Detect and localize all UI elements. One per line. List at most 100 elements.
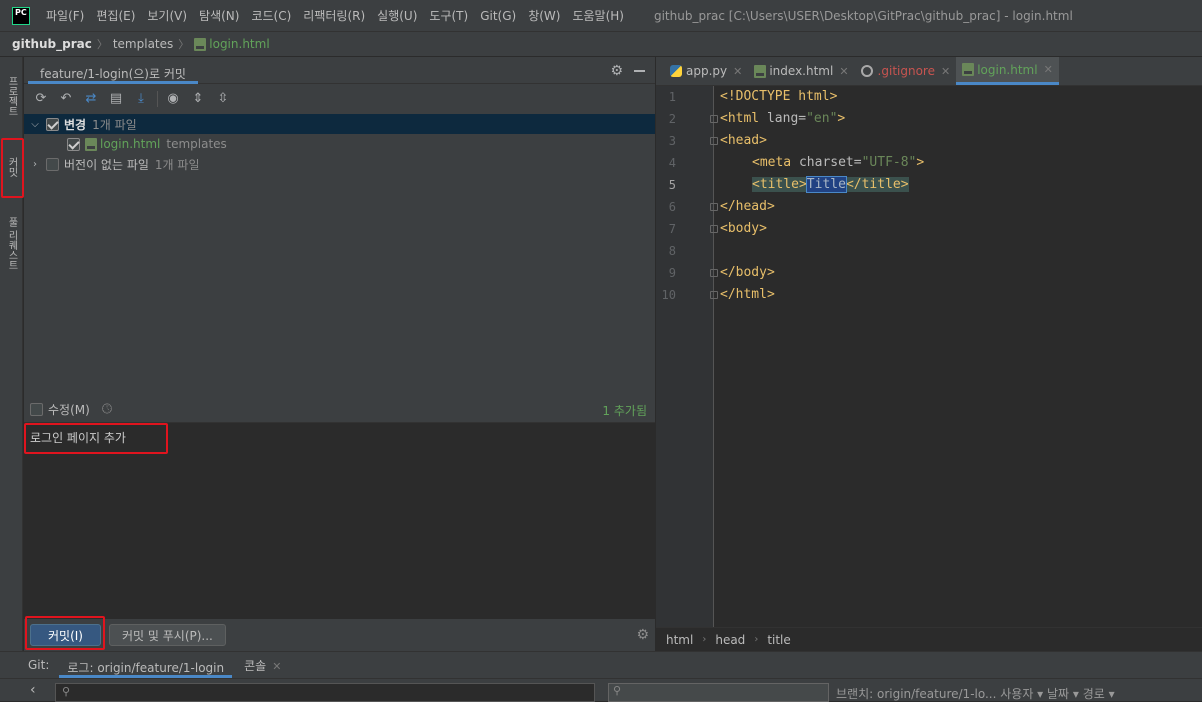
amend-label[interactable]: 수정(M) (48, 401, 90, 418)
menu-tools[interactable]: 도구(T) (429, 7, 468, 24)
tab-pull-requests[interactable]: 풀 리퀘스트 (2, 203, 21, 285)
gear-icon[interactable]: ⚙ (610, 63, 623, 79)
fold-icon[interactable] (710, 115, 718, 123)
commit-toolbar: ⟳ ↶ ⇄ ▤ ⤓ ◉ ⇕ ⇳ (24, 85, 655, 113)
breadcrumb-folder[interactable]: templates (113, 37, 173, 51)
code-line-3: <head> (720, 130, 767, 152)
history-icon[interactable]: 🕓︎ (102, 402, 112, 417)
line-number-gutter: 1 2 3 4 5 6 7 8 9 10 (656, 86, 718, 627)
fold-icon[interactable] (710, 291, 718, 299)
menu-bar: PC 파일(F) 편집(E) 보기(V) 탐색(N) 코드(C) 리팩터링(R)… (0, 0, 1202, 31)
chevron-left-icon[interactable]: ‹ (30, 682, 36, 698)
collapse-all-icon[interactable]: ⇳ (214, 90, 232, 108)
menu-file[interactable]: 파일(F) (46, 7, 84, 24)
tree-row-unversioned[interactable]: › 버전이 없는 파일 1개 파일 (24, 154, 655, 174)
code-tag: <meta (752, 155, 799, 170)
line-number: 6 (668, 200, 676, 214)
html-file-icon (85, 137, 97, 151)
update-icon[interactable]: ⤓ (132, 90, 150, 108)
crumb-title[interactable]: title (767, 633, 790, 647)
fold-icon[interactable] (710, 269, 718, 277)
line-number: 9 (668, 266, 676, 280)
menu-run[interactable]: 실행(U) (377, 7, 417, 24)
tab-project[interactable]: 프로젝트 (2, 65, 21, 127)
diff-icon[interactable]: ⇄ (82, 90, 100, 108)
unversioned-label: 버전이 없는 파일 (64, 157, 149, 172)
tab-index-html[interactable]: index.html ✕ (748, 57, 854, 85)
tree-row-changes[interactable]: ⌵ 변경 1개 파일 (24, 114, 655, 134)
code-tag: </html> (720, 287, 775, 302)
git-search-input[interactable]: ⚲ (55, 683, 595, 702)
commit-message-input[interactable]: 로그인 페이지 추가 (24, 422, 655, 619)
search-icon: ⚲ (62, 685, 71, 698)
crumb-html[interactable]: html (666, 633, 693, 647)
changes-count: 1개 파일 (92, 117, 137, 132)
tab-app-py[interactable]: app.py ✕ (664, 57, 748, 85)
close-icon[interactable]: ✕ (272, 660, 281, 673)
chevron-down-icon[interactable]: ⌵ (28, 119, 42, 130)
code-editor[interactable]: 1 2 3 4 5 6 7 8 9 10 <!DOCTYPE html> <ht… (656, 86, 1202, 627)
line-number: 3 (668, 134, 676, 148)
amend-checkbox[interactable] (30, 402, 43, 416)
minimize-icon[interactable] (634, 70, 645, 72)
tab-label: .gitignore (877, 64, 935, 78)
menu-code[interactable]: 코드(C) (251, 7, 291, 24)
menu-edit[interactable]: 편집(E) (96, 7, 135, 24)
tab-label: login.html (977, 62, 1038, 77)
menu-help[interactable]: 도움말(H) (572, 7, 624, 24)
shelve-icon[interactable]: ▤ (107, 90, 125, 108)
fold-icon[interactable] (710, 225, 718, 233)
file-checkbox[interactable] (67, 137, 80, 151)
tab-gitignore[interactable]: .gitignore ✕ (855, 57, 957, 85)
tab-label: app.py (686, 64, 728, 78)
git-ignore-icon (860, 65, 873, 77)
rollback-icon[interactable]: ↶ (57, 90, 75, 108)
expand-all-icon[interactable]: ⇕ (189, 90, 207, 108)
tab-commit[interactable]: 커밋 (2, 141, 21, 193)
gear-icon[interactable]: ⚙ (636, 627, 649, 643)
menu-git[interactable]: Git(G) (480, 9, 516, 23)
chevron-right-icon: 〉 (96, 38, 108, 51)
commit-button[interactable]: 커밋(I) (30, 624, 101, 646)
tree-row-file[interactable]: login.html templates (24, 134, 655, 154)
fold-icon[interactable] (710, 137, 718, 145)
fold-icon[interactable] (710, 203, 718, 211)
chevron-right-icon[interactable]: › (28, 159, 42, 170)
unversioned-checkbox[interactable] (46, 157, 59, 171)
commit-and-push-button[interactable]: 커밋 및 푸시(P)... (109, 624, 226, 646)
git-text-filter-input[interactable]: ⚲ (608, 683, 829, 702)
git-log-tab[interactable]: 로그: origin/feature/1-login (59, 652, 233, 678)
refresh-icon[interactable]: ⟳ (32, 90, 50, 108)
tab-login-html[interactable]: login.html ✕ (956, 57, 1059, 85)
code-tag: </body> (720, 265, 775, 280)
menu-navigate[interactable]: 탐색(N) (199, 7, 239, 24)
breadcrumb-project[interactable]: github_prac (12, 37, 92, 51)
crumb-head[interactable]: head (715, 633, 745, 647)
menu-refactor[interactable]: 리팩터링(R) (303, 7, 365, 24)
unversioned-count: 1개 파일 (154, 157, 200, 172)
changes-checkbox[interactable] (46, 117, 59, 131)
current-line-number: 5 (668, 178, 676, 192)
code-string: "en" (806, 111, 838, 126)
close-icon[interactable]: ✕ (733, 65, 742, 78)
line-number: 7 (668, 222, 676, 236)
html-file-icon (194, 37, 207, 51)
breadcrumb-file[interactable]: login.html (209, 37, 269, 51)
console-tab[interactable]: 콘솔 ✕ (244, 657, 281, 674)
close-icon[interactable]: ✕ (839, 65, 848, 78)
close-icon[interactable]: ✕ (1044, 63, 1053, 76)
commit-panel-tab[interactable]: feature/1-login(으)로 커밋 (28, 57, 198, 84)
tab-label: index.html (769, 64, 834, 78)
menu-view[interactable]: 보기(V) (147, 7, 187, 24)
console-tab-label: 콘솔 (244, 658, 267, 673)
code-line-7: <body> (720, 218, 767, 240)
changes-tree: ⌵ 변경 1개 파일 login.html templates › 버전이 없는… (24, 114, 655, 184)
close-icon[interactable]: ✕ (941, 65, 950, 78)
code-tag: <html (720, 111, 767, 126)
git-filters[interactable]: 브랜치: origin/feature/1-lo... 사용자 ▾ 날짜 ▾ 경… (836, 685, 1115, 702)
code-string: "UTF-8" (861, 155, 917, 170)
menu-window[interactable]: 창(W) (528, 7, 560, 24)
added-count: 1 추가됨 (602, 404, 647, 418)
tab-commit-label: 커밋 (6, 157, 17, 177)
eye-icon[interactable]: ◉ (164, 90, 182, 108)
